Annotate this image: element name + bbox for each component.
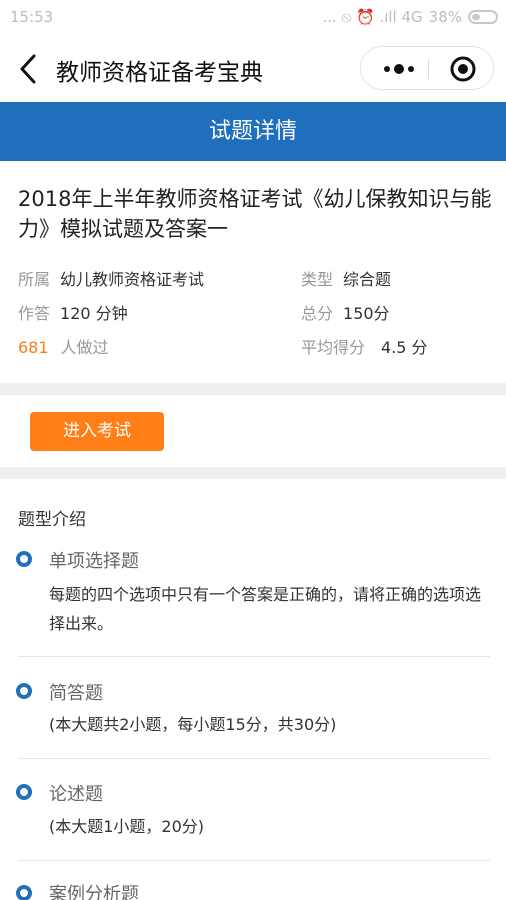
question-type-desc: 每题的四个选项中只有一个答案是正确的，请将正确的选项选择出来。 (49, 585, 482, 633)
bullet-circle-icon (16, 784, 32, 800)
capsule-menu (360, 46, 494, 90)
section-separator (0, 467, 506, 479)
nav-title: 教师资格证备考宝典 (56, 60, 263, 86)
page-header: 试题详情 (0, 102, 506, 161)
back-button[interactable] (14, 52, 44, 86)
meta-total: 总分 150分 (301, 300, 390, 324)
battery-icon (468, 10, 498, 24)
meta-belong: 所属 幼儿教师资格证考试 (18, 266, 204, 290)
total-value: 150分 (343, 304, 390, 323)
question-type-name: 论述题 (49, 784, 103, 805)
status-icons: ... ⦸ ⏰ .ıll 4G 38% (322, 8, 498, 26)
bullet-circle-icon (16, 551, 32, 567)
divider (18, 758, 490, 759)
divider (18, 656, 490, 657)
bullet-circle-icon (16, 885, 32, 900)
close-miniprogram-button[interactable] (441, 47, 485, 91)
question-type-name: 单项选择题 (49, 551, 139, 572)
divider (18, 860, 490, 861)
exam-title: 2018年上半年教师资格证考试《幼儿保教知识与能力》模拟试题及答案一 (18, 187, 492, 241)
question-type-desc: (本大题共2小题，每小题15分，共30分) (49, 715, 337, 734)
battery-percent: 38% (428, 8, 462, 26)
nav-bar: 教师资格证备考宝典 (0, 36, 506, 102)
question-type-name: 案例分析题 (49, 884, 139, 900)
question-type-desc: (本大题1小题，20分) (49, 817, 205, 836)
page-title: 试题详情 (208, 119, 297, 144)
status-time: 15:53 (10, 8, 54, 26)
belong-value: 幼儿教师资格证考试 (60, 270, 205, 289)
type-label: 类型 (301, 270, 334, 289)
done-label: 人做过 (60, 338, 109, 357)
question-types-heading: 题型介绍 (18, 510, 86, 530)
avg-label: 平均得分 (301, 338, 366, 357)
done-count: 681 (18, 338, 49, 357)
meta-time: 作答 120 分钟 (18, 300, 128, 324)
target-circle-icon (450, 56, 476, 82)
total-label: 总分 (301, 304, 334, 323)
belong-label: 所属 (18, 270, 51, 289)
section-separator (0, 383, 506, 395)
time-value: 120 分钟 (60, 304, 128, 323)
more-button[interactable] (373, 47, 425, 91)
status-bar: 15:53 ... ⦸ ⏰ .ıll 4G 38% (0, 0, 506, 36)
chevron-left-icon (20, 54, 36, 84)
signal-icons: ... ⦸ ⏰ .ıll 4G (322, 8, 423, 26)
capsule-divider (428, 59, 429, 79)
meta-avg: 平均得分 4.5 分 (301, 334, 428, 358)
bullet-circle-icon (16, 683, 32, 699)
time-label: 作答 (18, 304, 51, 323)
meta-type: 类型 综合题 (301, 266, 391, 290)
type-value: 综合题 (343, 270, 392, 289)
avg-value: 4.5 分 (381, 338, 428, 357)
question-type-name: 简答题 (49, 683, 103, 704)
meta-done: 681 人做过 (18, 334, 109, 358)
enter-exam-button[interactable]: 进入考试 (30, 412, 164, 451)
more-dots-icon (384, 64, 414, 74)
